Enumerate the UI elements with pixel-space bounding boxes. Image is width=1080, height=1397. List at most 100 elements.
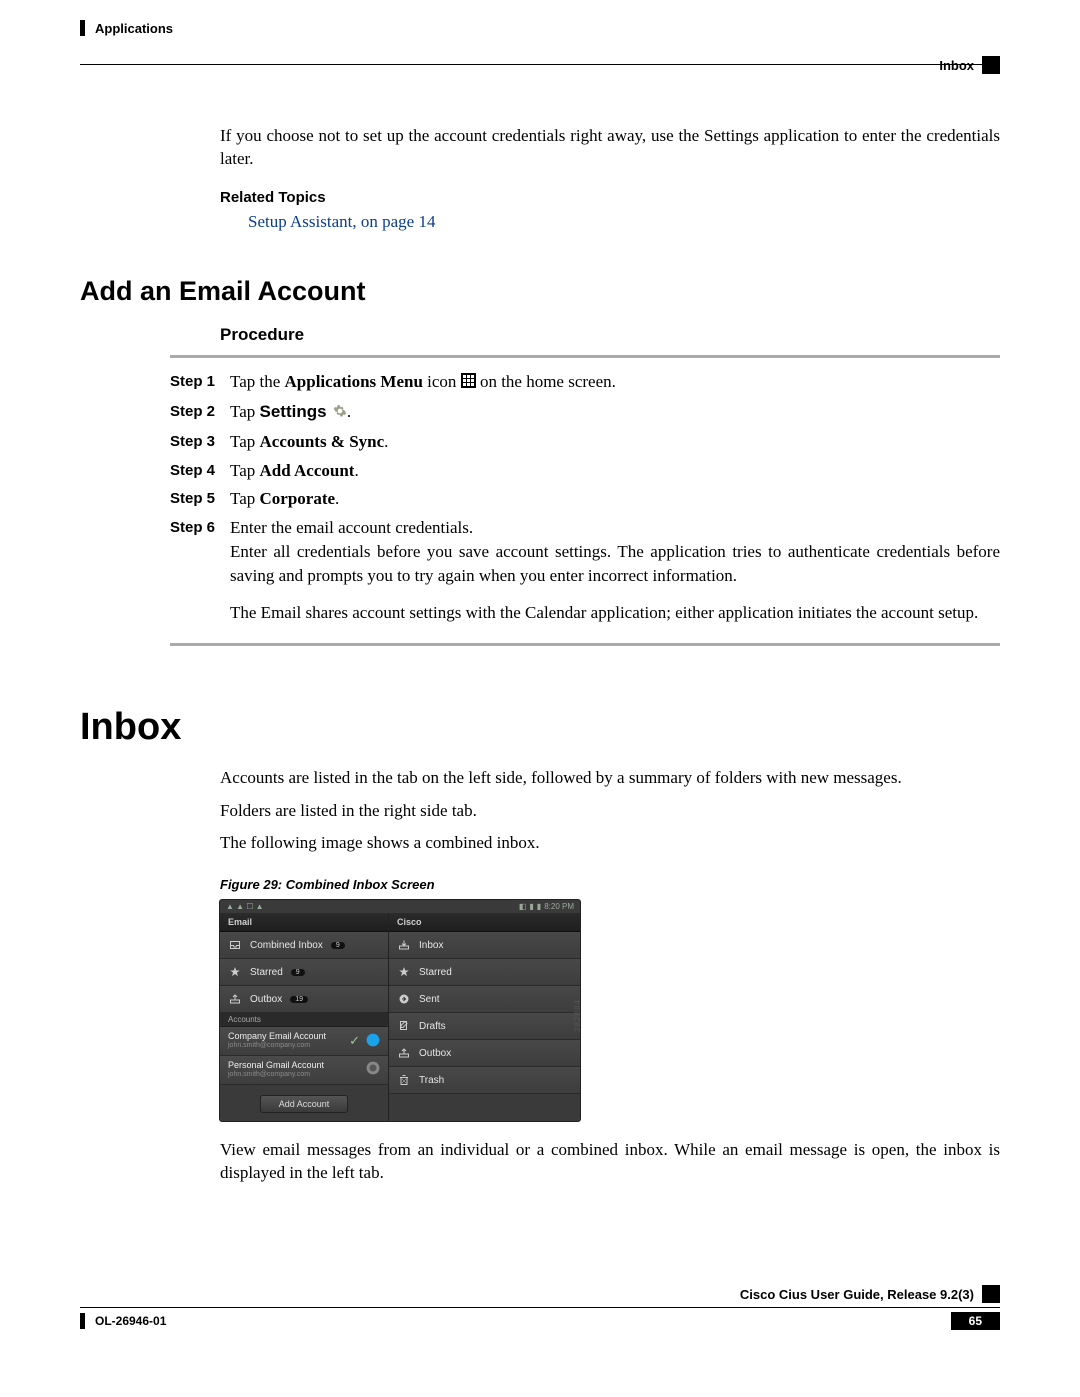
procedure-bottom-rule (170, 643, 1000, 646)
right-folder-item[interactable]: Inbox (389, 932, 580, 959)
combined-inbox-screenshot: ▲ ▲ ☐ ▲ ◧ ▮ ▮ 8:20 PM Email Combined Inb… (220, 900, 580, 1121)
setup-assistant-link[interactable]: Setup Assistant, on page 14 (248, 212, 1000, 232)
account-email: john.smith@company.com (228, 1071, 324, 1079)
right-folder-item[interactable]: Drafts (389, 1013, 580, 1040)
step-label: Step 3 (170, 430, 230, 452)
count-badge: 9 (331, 942, 345, 949)
right-panel-header: Cisco (389, 913, 580, 932)
step-row: Step 4 Tap Add Account. (170, 459, 1000, 483)
count-badge: 19 (290, 996, 308, 1003)
account-name: Company Email Account (228, 1032, 326, 1042)
figure-caption: Figure 29: Combined Inbox Screen (220, 877, 1000, 892)
signal-icon: ▮ (529, 902, 533, 911)
footer-marker-box (982, 1285, 1000, 1303)
battery-icon: ▮ (537, 902, 541, 911)
left-folder-item[interactable]: Starred 9 (220, 959, 388, 986)
inbox-dl-icon (397, 938, 411, 952)
outbox-icon (228, 992, 242, 1006)
trash-icon (397, 1073, 411, 1087)
apps-menu-icon (461, 371, 476, 395)
folder-label: Trash (419, 1075, 444, 1086)
step-text: Tap (230, 432, 260, 451)
page-number: 65 (951, 1312, 1000, 1330)
step-row: Step 5 Tap Corporate. (170, 487, 1000, 511)
step-text-icon-word: icon (427, 372, 461, 391)
account-email: john.smith@company.com (228, 1042, 326, 1050)
step-bold: Applications Menu (285, 372, 423, 391)
left-folder-item[interactable]: Combined Inbox 9 (220, 932, 388, 959)
step-tail: . (347, 402, 351, 421)
right-folder-item[interactable]: Outbox (389, 1040, 580, 1067)
step-label: Step 2 (170, 400, 230, 422)
step-tail: . (384, 432, 388, 451)
step-text: Tap (230, 461, 260, 480)
account-color-icon (366, 1061, 380, 1078)
step-bold: Corporate (260, 489, 336, 508)
header-mark (80, 20, 85, 36)
step-row: Step 3 Tap Accounts & Sync. (170, 430, 1000, 454)
left-folder-item[interactable]: Outbox 19 (220, 986, 388, 1013)
step-bold: Settings (260, 402, 327, 421)
footer-doc-title: Cisco Cius User Guide, Release 9.2(3) (740, 1287, 974, 1302)
folder-label: Starred (419, 967, 452, 978)
right-folder-item[interactable]: Trash (389, 1067, 580, 1094)
header-rule (80, 64, 1000, 65)
sent-icon (397, 992, 411, 1006)
procedure-top-rule (170, 355, 1000, 358)
step-label: Step 4 (170, 459, 230, 481)
add-email-heading: Add an Email Account (80, 276, 1000, 307)
folder-label: Combined Inbox (250, 940, 323, 951)
folder-label: Outbox (250, 994, 282, 1005)
step-text: Enter the email account credentials. (230, 518, 473, 537)
inbox-p2: Folders are listed in the right side tab… (220, 800, 1000, 823)
inbox-heading: Inbox (80, 706, 1000, 749)
status-time: 8:20 PM (544, 902, 574, 911)
folder-label: Sent (419, 994, 440, 1005)
step-bold: Accounts & Sync (260, 432, 385, 451)
star-icon (228, 965, 242, 979)
count-badge: 9 (291, 969, 305, 976)
inbox-icon (228, 938, 242, 952)
step-label: Step 6 (170, 516, 230, 538)
section-label: Inbox (939, 58, 974, 73)
account-item[interactable]: Personal Gmail Accountjohn.smith@company… (220, 1056, 388, 1085)
folder-label: Inbox (419, 940, 443, 951)
footer-rule (80, 1307, 1000, 1308)
status-icons-right: ◧ ▮ ▮ 8:20 PM (519, 902, 574, 911)
account-name: Personal Gmail Account (228, 1061, 324, 1071)
drafts-icon (397, 1019, 411, 1033)
step-text: Tap the (230, 372, 285, 391)
add-account-button[interactable]: Add Account (260, 1095, 349, 1113)
check-icon: ✓ (349, 1033, 360, 1049)
right-folder-item[interactable]: Starred (389, 959, 580, 986)
section-marker-box (982, 56, 1000, 74)
step-row: Step 2 Tap Settings . (170, 400, 1000, 425)
step-text: Tap (230, 402, 260, 421)
step-tail: . (354, 461, 358, 480)
account-color-icon (366, 1033, 380, 1050)
gear-icon (333, 401, 347, 425)
star-icon (397, 965, 411, 979)
right-folder-item[interactable]: Sent (389, 986, 580, 1013)
footer-mark (80, 1313, 85, 1329)
status-icons-left: ▲ ▲ ☐ ▲ (226, 902, 264, 911)
outbox-icon (397, 1046, 411, 1060)
step-row: Step 1 Tap the Applications Menu icon on… (170, 370, 1000, 395)
accounts-subheader: Accounts (220, 1013, 388, 1027)
step-row: Step 6 Enter the email account credentia… (170, 516, 1000, 587)
step-bold: Add Account (260, 461, 355, 480)
wifi-icon: ◧ (519, 902, 527, 911)
procedure-note: The Email shares account settings with t… (230, 602, 1000, 625)
step-label: Step 5 (170, 487, 230, 509)
step-label: Step 1 (170, 370, 230, 392)
chapter-label: Applications (95, 21, 173, 36)
folder-label: Outbox (419, 1048, 451, 1059)
account-item[interactable]: Company Email Accountjohn.smith@company.… (220, 1027, 388, 1056)
inbox-p3: The following image shows a combined inb… (220, 832, 1000, 855)
inbox-p4: View email messages from an individual o… (220, 1139, 1000, 1185)
related-topics-heading: Related Topics (220, 189, 1000, 206)
folder-label: Starred (250, 967, 283, 978)
figure-side-number: 282884 (573, 999, 582, 1032)
step-tail: on the home screen. (480, 372, 616, 391)
step6-extra: Enter all credentials before you save ac… (230, 540, 1000, 588)
